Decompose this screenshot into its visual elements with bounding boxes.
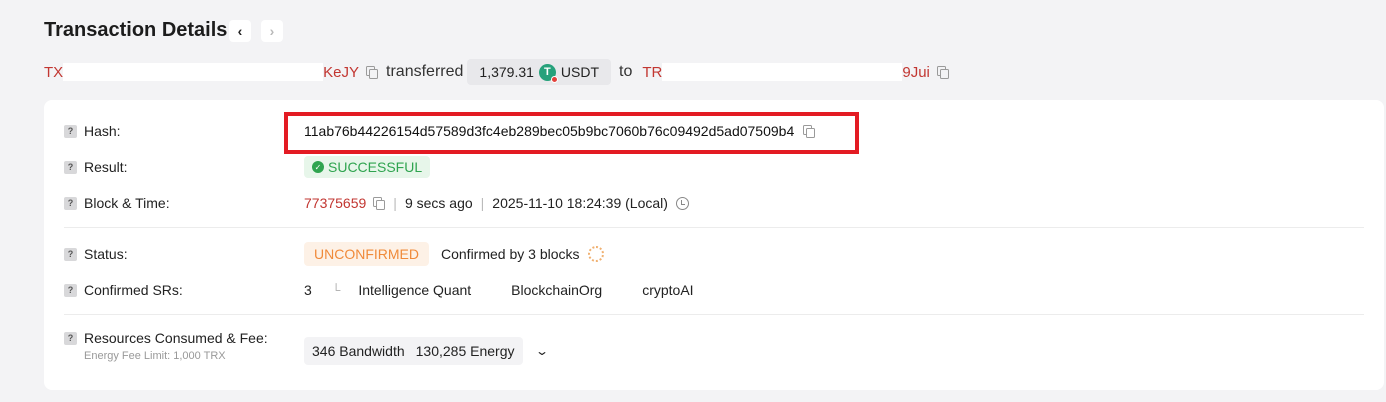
- status-badge: ✓ SUCCESSFUL: [304, 156, 431, 178]
- from-address-prefix: TX: [44, 63, 64, 81]
- transferred-word: transferred: [386, 63, 464, 80]
- sr-name-link[interactable]: Intelligence Quant: [358, 282, 471, 298]
- clock-toggle-icon[interactable]: [675, 196, 689, 210]
- to-address-prefix: TR: [642, 63, 663, 81]
- confirmed-srs-row: ? Confirmed SRs: 3 └ Intelligence Quant …: [64, 280, 1364, 300]
- copy-icon[interactable]: [366, 66, 379, 79]
- result-value: SUCCESSFUL: [328, 159, 423, 175]
- hash-row: ? Hash: 11ab76b44226154d57589d3fc4eb289b…: [64, 121, 1364, 141]
- copy-icon[interactable]: [373, 197, 386, 210]
- divider: [64, 227, 1364, 228]
- token-name[interactable]: USDT: [561, 64, 599, 80]
- usdt-token-icon: T: [538, 63, 558, 83]
- copy-icon[interactable]: [803, 125, 816, 138]
- check-icon: ✓: [312, 161, 324, 173]
- help-icon[interactable]: ?: [64, 196, 77, 210]
- help-icon[interactable]: ?: [64, 283, 77, 297]
- sr-name-link[interactable]: BlockchainOrg: [511, 282, 602, 298]
- time-ago: 9 secs ago: [404, 195, 473, 211]
- status-row: ? Status: UNCONFIRMED Confirmed by 3 blo…: [64, 242, 1364, 266]
- to-address[interactable]: TR 9Jui: [642, 63, 930, 81]
- block-number-link[interactable]: 77375659: [304, 195, 366, 211]
- help-icon[interactable]: ?: [64, 160, 77, 174]
- chevron-right-icon[interactable]: ›: [261, 20, 283, 42]
- energy-value: 130,285 Energy: [415, 343, 515, 359]
- resources-label: Resources Consumed & Fee:: [84, 330, 268, 346]
- datetime-value: 2025-11-10 18:24:39 (Local): [492, 195, 668, 211]
- redacted-area: [662, 63, 903, 81]
- transfer-summary: TX KeJY transferred 1,379.31 T USDT to T…: [44, 58, 949, 86]
- sr-count: 3: [304, 282, 312, 298]
- chevron-left-icon[interactable]: ‹: [229, 20, 251, 42]
- status-badge: UNCONFIRMED: [304, 242, 429, 266]
- from-address[interactable]: TX KeJY: [44, 63, 359, 81]
- energy-fee-limit: Energy Fee Limit: 1,000 TRX: [84, 350, 226, 362]
- help-icon[interactable]: ?: [64, 331, 77, 345]
- hash-label: Hash:: [84, 123, 121, 139]
- page-title: Transaction Details: [44, 19, 228, 41]
- to-word: to: [619, 63, 633, 80]
- from-address-suffix: KeJY: [323, 63, 360, 81]
- bandwidth-value: 346 Bandwidth: [312, 343, 405, 359]
- details-card: ? Hash: 11ab76b44226154d57589d3fc4eb289b…: [44, 100, 1384, 390]
- result-label: Result:: [84, 159, 128, 175]
- block-time-row: ? Block & Time: 77375659 | 9 secs ago | …: [64, 193, 1364, 213]
- help-icon[interactable]: ?: [64, 247, 77, 261]
- resources-row: ? Resources Consumed & Fee: Energy Fee L…: [64, 330, 1364, 370]
- divider: [64, 314, 1364, 315]
- help-icon[interactable]: ?: [64, 124, 77, 138]
- sr-name-link[interactable]: cryptoAI: [642, 282, 693, 298]
- status-label: Status:: [84, 246, 128, 262]
- amount-value: 1,379.31: [479, 64, 534, 80]
- loading-spinner-icon: [587, 246, 604, 262]
- copy-icon[interactable]: [936, 66, 949, 79]
- redacted-area: [63, 63, 324, 81]
- tree-connector-icon: └: [331, 283, 341, 297]
- amount-chip: 1,379.31 T USDT: [467, 59, 612, 85]
- confirmations-text: Confirmed by 3 blocks: [441, 246, 580, 262]
- hash-value: 11ab76b44226154d57589d3fc4eb289bec05b9bc…: [304, 123, 795, 139]
- result-row: ? Result: ✓ SUCCESSFUL: [64, 156, 1364, 178]
- block-time-label: Block & Time:: [84, 195, 170, 211]
- to-address-suffix: 9Jui: [902, 63, 930, 81]
- resources-chip: 346 Bandwidth 130,285 Energy: [304, 337, 523, 365]
- confirmed-srs-label: Confirmed SRs:: [84, 282, 183, 298]
- chevron-down-icon[interactable]: ⌄: [534, 344, 548, 358]
